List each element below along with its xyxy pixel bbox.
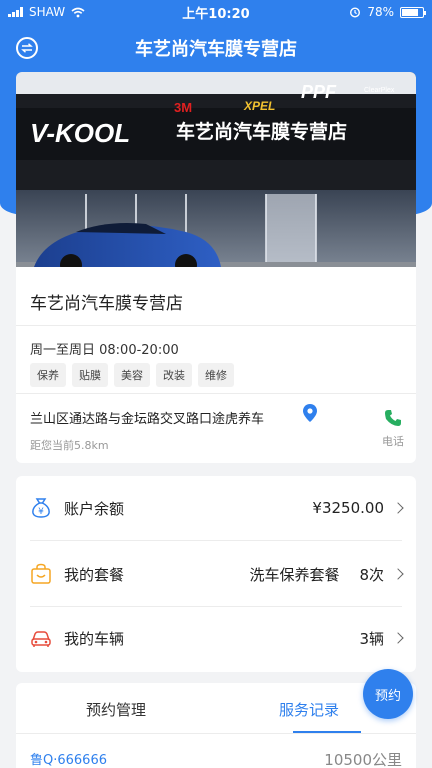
- clock: 上午10:20: [182, 6, 250, 22]
- records-card: 预约管理 服务记录 鲁Q·666666 10500公里: [16, 683, 416, 768]
- alarm-icon: [350, 7, 361, 18]
- svg-text:¥: ¥: [38, 507, 44, 517]
- store-banner-image: V-KOOL 3M XPEL PPF ClearPlex 车艺尚汽车膜专营店: [16, 72, 416, 267]
- my-vehicle-row[interactable]: 我的车辆 3辆: [16, 606, 416, 670]
- ppf-logo: PPF: [301, 82, 337, 102]
- status-bar: SHAW 上午10:20 78%: [0, 0, 432, 24]
- account-balance-row[interactable]: ¥ 账户余额 ¥3250.00: [16, 476, 416, 540]
- switch-store-icon[interactable]: [16, 37, 38, 59]
- tag-maintenance: 保养: [30, 363, 66, 387]
- store-sign-text: 车艺尚汽车膜专营店: [176, 120, 347, 143]
- location-pin-icon[interactable]: [303, 404, 317, 422]
- store-name: 车艺尚汽车膜专营店: [30, 294, 183, 314]
- service-tags: 保养 贴膜 美容 改装 维修: [30, 363, 234, 387]
- signal-icon: [8, 7, 23, 17]
- battery-icon: [400, 6, 426, 18]
- tag-beauty: 美容: [114, 363, 150, 387]
- package-name: 洗车保养套餐: [249, 565, 340, 584]
- page-title: 车艺尚汽车膜专营店: [135, 39, 297, 60]
- divider: [30, 540, 402, 541]
- store-address[interactable]: 兰山区通达路与金坛路交叉路口途虎养车: [30, 408, 264, 427]
- my-package-row[interactable]: 我的套餐 洗车保养套餐 8次: [16, 542, 416, 606]
- 3m-logo: 3M: [174, 100, 192, 115]
- battery-percent: 78%: [367, 5, 394, 19]
- nav-bar: 车艺尚汽车膜专营店: [0, 26, 432, 70]
- divider: [16, 325, 416, 326]
- business-hours: 周一至周日 08:00-20:00: [30, 343, 179, 358]
- car-icon: [31, 631, 51, 647]
- phone-button[interactable]: 电话: [378, 409, 408, 449]
- phone-label: 电话: [382, 435, 404, 448]
- book-appointment-button[interactable]: 预约: [363, 669, 413, 719]
- chevron-right-icon: [392, 502, 404, 514]
- divider: [16, 733, 416, 734]
- vehicle-label: 我的车辆: [64, 629, 125, 648]
- record-mileage: 10500公里: [324, 751, 402, 768]
- chevron-right-icon: [392, 632, 404, 644]
- package-label: 我的套餐: [64, 565, 125, 584]
- tag-film: 贴膜: [72, 363, 108, 387]
- clearplex-logo: ClearPlex: [364, 87, 395, 94]
- tag-repair: 维修: [198, 363, 234, 387]
- money-bag-icon: ¥: [32, 498, 50, 518]
- balance-value: ¥3250.00: [312, 499, 384, 517]
- vehicle-count: 3辆: [359, 629, 384, 648]
- tab-appointments[interactable]: 预约管理: [86, 699, 146, 720]
- xpel-logo: XPEL: [243, 99, 275, 113]
- divider: [16, 393, 416, 394]
- distance-text: 距您当前5.8km: [30, 439, 109, 452]
- record-plate-number[interactable]: 鲁Q·666666: [30, 749, 107, 768]
- package-count: 8次: [359, 565, 384, 584]
- chevron-right-icon: [392, 568, 404, 580]
- account-card: ¥ 账户余额 ¥3250.00 我的套餐 洗车保养套餐 8次 我的车辆 3辆: [16, 476, 416, 672]
- tab-service-records[interactable]: 服务记录: [279, 699, 339, 720]
- store-info-card: 车艺尚汽车膜专营店 周一至周日 08:00-20:00 保养 贴膜 美容 改装 …: [16, 267, 416, 463]
- vkool-logo: V-KOOL: [30, 118, 130, 148]
- wifi-icon: [71, 7, 85, 17]
- phone-icon: [385, 410, 401, 426]
- tag-modification: 改装: [156, 363, 192, 387]
- balance-label: 账户余额: [64, 499, 125, 518]
- carrier-label: SHAW: [29, 5, 66, 19]
- shopping-bag-icon: [31, 563, 51, 584]
